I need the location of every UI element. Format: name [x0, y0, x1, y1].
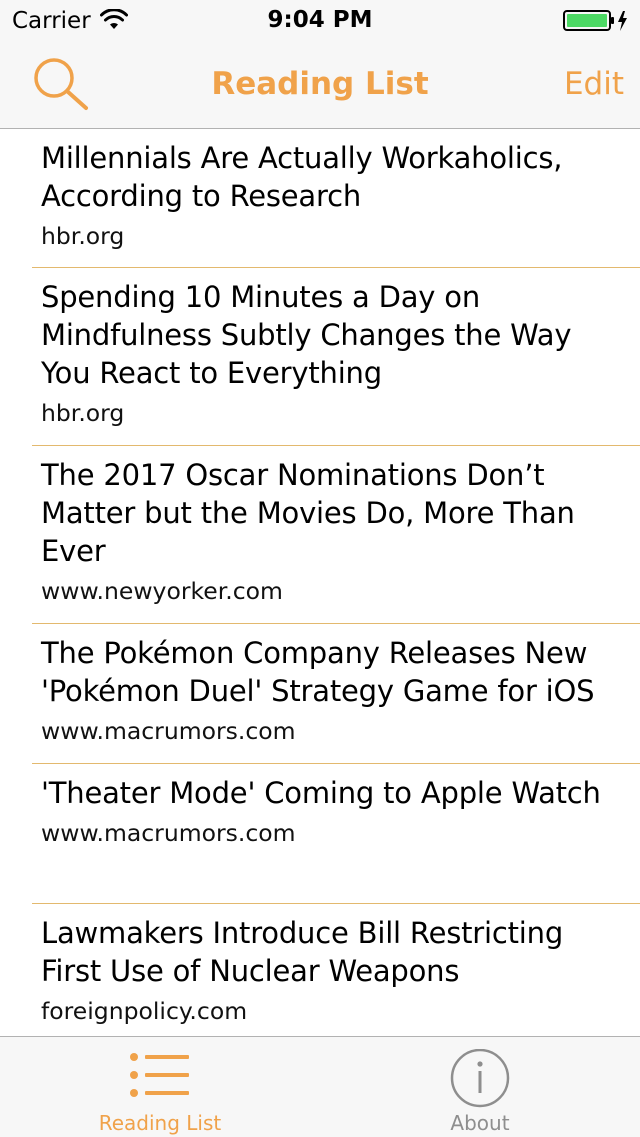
- reading-list: Millennials Are Actually Workaholics, Ac…: [0, 129, 640, 1036]
- article-title: Millennials Are Actually Workaholics, Ac…: [41, 141, 563, 213]
- article-source: hbr.org: [41, 399, 125, 427]
- article-title: Lawmakers Introduce Bill Restricting Fir…: [41, 916, 564, 988]
- page-title: Reading List: [211, 66, 429, 102]
- tab-label: About: [450, 1111, 510, 1135]
- tab-about[interactable]: About: [320, 1037, 640, 1137]
- article-source: hbr.org: [41, 222, 125, 250]
- article-title: 'Theater Mode' Coming to Apple Watch: [41, 776, 601, 810]
- list-item[interactable]: Millennials Are Actually Workaholics, Ac…: [0, 129, 640, 268]
- list-item[interactable]: The Pokémon Company Releases New 'Pokémo…: [0, 624, 640, 764]
- status-bar: Carrier 9:04 PM: [0, 0, 640, 40]
- article-title: The 2017 Oscar Nominations Don’t Matter …: [41, 458, 575, 568]
- tab-reading-list[interactable]: Reading List: [0, 1037, 320, 1137]
- info-icon: [449, 1048, 511, 1115]
- article-title: The Pokémon Company Releases New 'Pokémo…: [41, 636, 595, 708]
- list-item[interactable]: Spending 10 Minutes a Day on Mindfulness…: [0, 268, 640, 446]
- edit-button[interactable]: Edit: [564, 66, 624, 102]
- navigation-bar: Reading List Edit: [0, 40, 640, 129]
- article-source: www.macrumors.com: [41, 717, 296, 745]
- tab-label: Reading List: [98, 1111, 222, 1135]
- list-item[interactable]: Lawmakers Introduce Bill Restricting Fir…: [0, 904, 640, 1036]
- battery-icon: [563, 9, 633, 37]
- article-source: foreignpolicy.com: [41, 997, 248, 1025]
- article-source: www.macrumors.com: [41, 819, 296, 847]
- article-source: www.newyorker.com: [41, 577, 283, 605]
- status-time: 9:04 PM: [267, 7, 373, 33]
- article-title: Spending 10 Minutes a Day on Mindfulness…: [41, 280, 572, 390]
- list-icon: [128, 1049, 192, 1109]
- list-item[interactable]: 'Theater Mode' Coming to Apple Watch www…: [0, 764, 640, 904]
- list-item[interactable]: The 2017 Oscar Nominations Don’t Matter …: [0, 446, 640, 624]
- tab-bar: Reading List About: [0, 1036, 640, 1137]
